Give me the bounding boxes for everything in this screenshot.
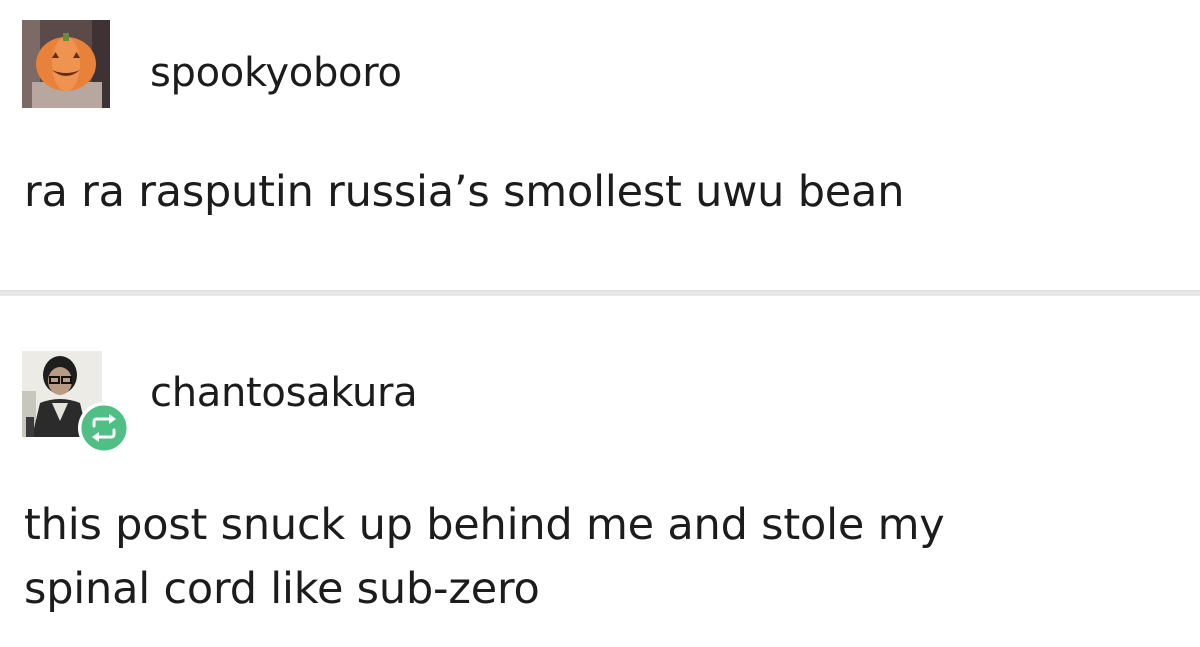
username[interactable]: chantosakura bbox=[150, 369, 418, 417]
post-spookyoboro: spookyoboro ra ra rasputin russia’s smol… bbox=[0, 0, 1200, 290]
post-chantosakura: chantosakura this post snuck up behind m… bbox=[0, 296, 1200, 647]
post-text-line: this post snuck up behind me and stole m… bbox=[24, 500, 945, 550]
reblog-icon[interactable] bbox=[78, 402, 130, 454]
post-body-text: ra ra rasputin russia’s smollest uwu bea… bbox=[24, 160, 904, 224]
username[interactable]: spookyoboro bbox=[150, 49, 402, 97]
post-text-line: spinal cord like sub-zero bbox=[24, 564, 540, 614]
pumpkin-avatar-icon[interactable] bbox=[22, 20, 110, 108]
post-text-line: ra ra rasputin russia’s smollest uwu bea… bbox=[24, 167, 905, 217]
post-body-text: this post snuck up behind me and stole m… bbox=[24, 493, 945, 621]
